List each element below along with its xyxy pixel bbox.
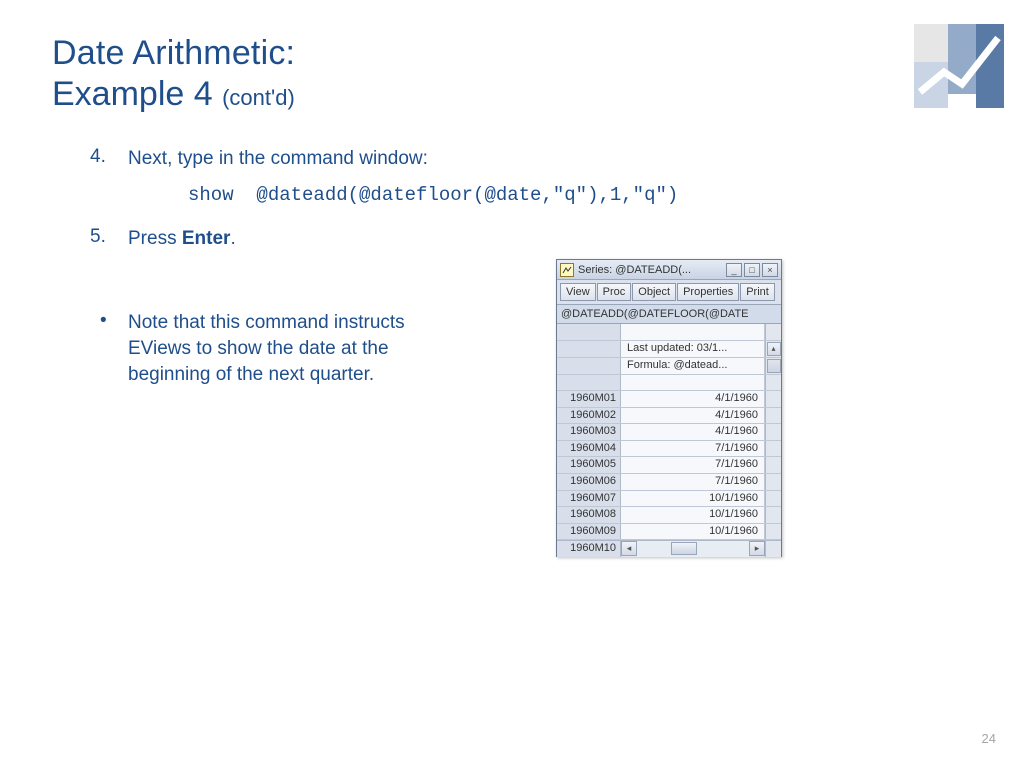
table-row: 1960M02 4/1/1960 [557,408,781,425]
page-number: 24 [982,731,996,746]
table-row: 1960M07 10/1/1960 [557,491,781,508]
slide-title: Date Arithmetic: Example 4 (cont'd) [52,34,295,114]
title-line-1: Date Arithmetic: [52,34,295,73]
table-row: 1960M04 7/1/1960 [557,441,781,458]
close-button[interactable]: × [762,263,778,277]
step-4: 4. Next, type in the command window: [90,146,650,172]
toolbar-proc[interactable]: Proc [597,283,632,301]
bullet-text: Note that this command instructs EViews … [128,310,470,389]
bullet-marker: • [100,310,128,389]
step-number: 5. [90,226,128,252]
table-row: 1960M06 7/1/1960 [557,474,781,491]
table-row: 1960M08 10/1/1960 [557,507,781,524]
formula-bar: @DATEADD(@DATEFLOOR(@DATE [557,305,781,324]
scroll-thumb[interactable] [671,542,697,555]
toolbar-print[interactable]: Print [740,283,775,301]
step-number: 4. [90,146,128,172]
note-bullet: • Note that this command instructs EView… [100,310,470,389]
toolbar-object[interactable]: Object [632,283,676,301]
info-row-updated: Last updated: 03/1... ▴ [557,341,781,358]
step-5: 5. Press Enter. [90,226,650,252]
scroll-thumb[interactable] [767,359,781,373]
logo-chart-icon [914,24,1004,108]
scroll-left-button[interactable]: ◂ [621,541,637,556]
eviews-series-window: Series: @DATEADD(... _ □ × View Proc Obj… [556,259,782,557]
step-text: Press Enter. [128,226,236,252]
window-toolbar: View Proc Object Properties Print [557,280,781,305]
grid-header-row [557,324,781,341]
minimize-button[interactable]: _ [726,263,742,277]
step-text: Next, type in the command window: [128,146,428,172]
table-row: 1960M05 7/1/1960 [557,457,781,474]
maximize-button[interactable]: □ [744,263,760,277]
horizontal-scrollbar[interactable]: 1960M10 ◂ ▸ [557,540,781,557]
table-row: 1960M01 4/1/1960 [557,391,781,408]
scroll-track[interactable] [637,541,749,557]
spacer-row [557,375,781,392]
window-title: Series: @DATEADD(... [578,264,726,276]
data-grid: Last updated: 03/1... ▴ Formula: @datead… [557,324,781,557]
toolbar-properties[interactable]: Properties [677,283,739,301]
scroll-up-button[interactable]: ▴ [767,342,781,356]
info-row-formula: Formula: @datead... [557,358,781,375]
table-row: 1960M09 10/1/1960 [557,524,781,541]
window-titlebar: Series: @DATEADD(... _ □ × [557,260,781,280]
scroll-right-button[interactable]: ▸ [749,541,765,556]
series-icon [560,263,574,277]
toolbar-view[interactable]: View [560,283,596,301]
code-command: show @dateadd(@datefloor(@date,"q"),1,"q… [188,184,650,206]
title-line-2: Example 4 (cont'd) [52,75,295,114]
steps-list: 4. Next, type in the command window: sho… [90,146,650,263]
table-row: 1960M03 4/1/1960 [557,424,781,441]
